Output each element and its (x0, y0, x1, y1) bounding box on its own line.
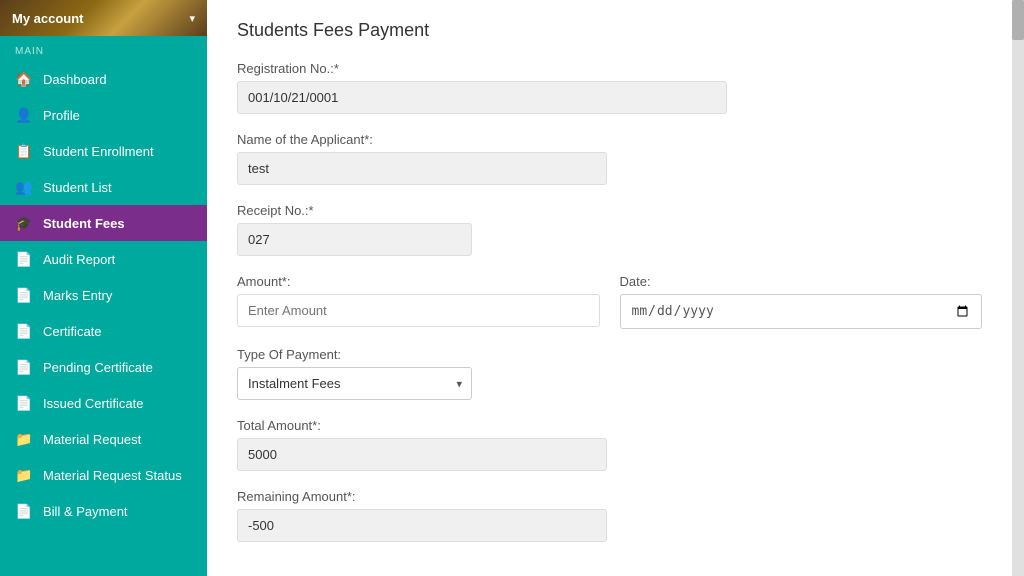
sidebar-item-material-request-status[interactable]: 📁 Material Request Status (0, 457, 207, 493)
profile-icon: 👤 (15, 106, 33, 124)
receipt-no-label: Receipt No.:* (237, 203, 472, 218)
applicant-name-label: Name of the Applicant*: (237, 132, 607, 147)
student-fees-icon: 🎓 (15, 214, 33, 232)
scrollbar[interactable] (1012, 0, 1024, 576)
material-request-status-icon: 📁 (15, 466, 33, 484)
sidebar-item-profile[interactable]: 👤 Profile (0, 97, 207, 133)
payment-type-select[interactable]: Instalment FeesFull PaymentOther (237, 367, 472, 400)
sidebar-header-arrow: ▾ (189, 12, 195, 25)
sidebar-item-student-list[interactable]: 👥 Student List (0, 169, 207, 205)
payment-type-select-wrapper: Instalment FeesFull PaymentOther ▾ (237, 367, 472, 400)
sidebar-item-label: Dashboard (43, 72, 107, 87)
receipt-no-group: Receipt No.:* (237, 203, 472, 256)
sidebar-item-label: Student Enrollment (43, 144, 154, 159)
total-amount-label: Total Amount*: (237, 418, 607, 433)
page-title: Students Fees Payment (237, 20, 982, 41)
remaining-amount-label: Remaining Amount*: (237, 489, 607, 504)
amount-input[interactable] (237, 294, 600, 327)
sidebar-item-label: Marks Entry (43, 288, 112, 303)
sidebar-item-label: Student Fees (43, 216, 125, 231)
sidebar-item-marks-entry[interactable]: 📄 Marks Entry (0, 277, 207, 313)
registration-no-group: Registration No.:* (237, 61, 727, 114)
sidebar-item-student-fees[interactable]: 🎓 Student Fees (0, 205, 207, 241)
payment-type-label: Type Of Payment: (237, 347, 982, 362)
sidebar-item-label: Profile (43, 108, 80, 123)
sidebar-item-label: Material Request (43, 432, 141, 447)
sidebar-item-student-enrollment[interactable]: 📋 Student Enrollment (0, 133, 207, 169)
dashboard-icon: 🏠 (15, 70, 33, 88)
pending-certificate-icon: 📄 (15, 358, 33, 376)
sidebar-item-label: Certificate (43, 324, 102, 339)
sidebar-item-pending-certificate[interactable]: 📄 Pending Certificate (0, 349, 207, 385)
sidebar-item-label: Issued Certificate (43, 396, 143, 411)
total-amount-group: Total Amount*: (237, 418, 607, 471)
sidebar-item-label: Material Request Status (43, 468, 182, 483)
sidebar-item-bill-payment[interactable]: 📄 Bill & Payment (0, 493, 207, 529)
sidebar-item-label: Student List (43, 180, 112, 195)
amount-group: Amount*: (237, 274, 600, 329)
main-content: Students Fees Payment Registration No.:*… (207, 0, 1012, 576)
date-input[interactable] (620, 294, 983, 329)
date-group: Date: (620, 274, 983, 329)
sidebar-header[interactable]: My account ▾ (0, 0, 207, 36)
payment-type-group: Type Of Payment: Instalment FeesFull Pay… (237, 347, 982, 400)
sidebar-item-dashboard[interactable]: 🏠 Dashboard (0, 61, 207, 97)
student-list-icon: 👥 (15, 178, 33, 196)
material-request-icon: 📁 (15, 430, 33, 448)
sidebar-item-label: Pending Certificate (43, 360, 153, 375)
applicant-name-group: Name of the Applicant*: (237, 132, 607, 185)
sidebar-items-container: 🏠 Dashboard 👤 Profile 📋 Student Enrollment 👥 St… (0, 61, 207, 529)
sidebar-item-issued-certificate[interactable]: 📄 Issued Certificate (0, 385, 207, 421)
amount-date-row: Amount*: Date: (237, 274, 982, 347)
receipt-no-input[interactable] (237, 223, 472, 256)
registration-no-input[interactable] (237, 81, 727, 114)
scrollbar-thumb[interactable] (1012, 0, 1024, 40)
amount-label: Amount*: (237, 274, 600, 289)
marks-entry-icon: 📄 (15, 286, 33, 304)
certificate-icon: 📄 (15, 322, 33, 340)
bill-payment-icon: 📄 (15, 502, 33, 520)
sidebar-item-audit-report[interactable]: 📄 Audit Report (0, 241, 207, 277)
audit-report-icon: 📄 (15, 250, 33, 268)
sidebar-section-label: MAIN (0, 36, 207, 61)
registration-no-label: Registration No.:* (237, 61, 727, 76)
sidebar-header-title: My account (12, 11, 84, 26)
sidebar-item-label: Audit Report (43, 252, 115, 267)
sidebar: My account ▾ MAIN 🏠 Dashboard 👤 Profile 📋 Stu… (0, 0, 207, 576)
issued-certificate-icon: 📄 (15, 394, 33, 412)
applicant-name-input[interactable] (237, 152, 607, 185)
remaining-amount-group: Remaining Amount*: (237, 489, 607, 542)
sidebar-item-certificate[interactable]: 📄 Certificate (0, 313, 207, 349)
date-label: Date: (620, 274, 983, 289)
sidebar-item-material-request[interactable]: 📁 Material Request (0, 421, 207, 457)
sidebar-item-label: Bill & Payment (43, 504, 128, 519)
remaining-amount-input[interactable] (237, 509, 607, 542)
student-enrollment-icon: 📋 (15, 142, 33, 160)
total-amount-input[interactable] (237, 438, 607, 471)
